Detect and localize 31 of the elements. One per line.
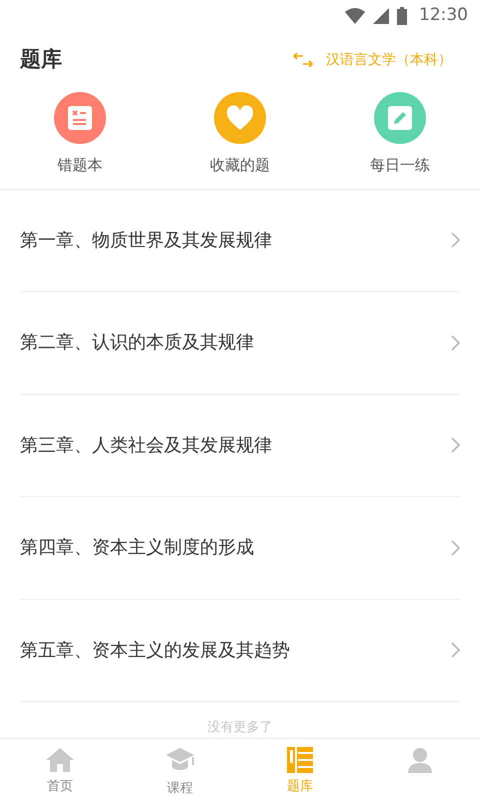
chevron-right-icon (451, 540, 460, 556)
battery-icon (397, 7, 407, 25)
person-icon (407, 747, 433, 773)
status-time: 12:30 (419, 4, 468, 28)
pencil-note-icon (388, 106, 412, 130)
wifi-icon (345, 8, 365, 24)
page-title: 题库 (20, 46, 62, 74)
chevron-right-icon (451, 642, 460, 658)
chapter-item[interactable]: 第三章、人类社会及其发展规律 (20, 394, 460, 497)
shortcut-label: 错题本 (58, 155, 102, 176)
nav-tab[interactable]: 课程 (120, 739, 240, 800)
end-note: 没有更多了 (208, 718, 272, 736)
chapter-item[interactable]: 第二章、认识的本质及其规律 (20, 292, 460, 394)
chapter-item[interactable]: 第一章、物质世界及其发展规律 (20, 190, 460, 292)
chevron-right-icon (451, 334, 460, 351)
nav-tab[interactable]: 首页 (0, 739, 120, 800)
list-book-icon (287, 747, 313, 773)
shortcut-label: 收藏的题 (210, 155, 270, 176)
notebook-icon (68, 106, 92, 130)
chapter-item[interactable]: 第四章、资本主义制度的形成 (20, 497, 460, 600)
swap-arrows-icon (292, 53, 314, 67)
shortcut-label: 每日一练 (370, 155, 430, 176)
chevron-right-icon (451, 232, 460, 248)
shortcut-button[interactable]: 错题本 (0, 88, 160, 180)
shortcut-button[interactable]: 收藏的题 (160, 88, 320, 180)
chapter-item[interactable]: 第五章、资本主义的发展及其趋势 (20, 600, 460, 702)
shortcut-button[interactable]: 每日一练 (320, 88, 480, 180)
signal-icon (373, 8, 389, 24)
home-icon (45, 747, 75, 773)
chevron-right-icon (451, 437, 460, 454)
heart-icon (226, 105, 254, 131)
